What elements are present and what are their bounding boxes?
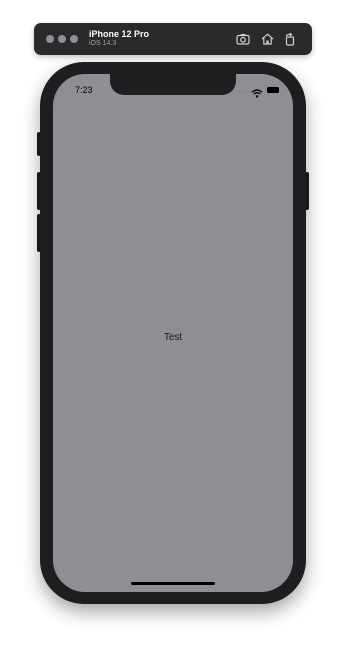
- os-version: iOS 14.3: [89, 40, 117, 47]
- rotate-icon: [284, 32, 296, 46]
- simulator-toolbar: iPhone 12 Pro iOS 14.3: [34, 23, 312, 55]
- screenshot-icon: [236, 33, 250, 45]
- window-zoom-dot[interactable]: [70, 35, 78, 43]
- status-bar-time: 7:23: [75, 85, 93, 95]
- notch: [110, 74, 236, 95]
- screenshot-button[interactable]: [235, 31, 251, 47]
- home-button[interactable]: [259, 31, 275, 47]
- test-label: Test: [163, 332, 183, 343]
- home-indicator[interactable]: [131, 582, 215, 585]
- wifi-icon: [251, 85, 263, 103]
- battery-icon: [267, 87, 279, 93]
- device-name: iPhone 12 Pro: [89, 29, 150, 39]
- rotate-button[interactable]: [282, 31, 298, 47]
- window-minimize-dot[interactable]: [58, 35, 66, 43]
- device-screen[interactable]: 7:23 ····· Test: [53, 74, 293, 592]
- home-icon: [261, 33, 274, 45]
- window-close-dot[interactable]: [46, 35, 54, 43]
- iphone-frame: 7:23 ····· Test: [40, 62, 306, 604]
